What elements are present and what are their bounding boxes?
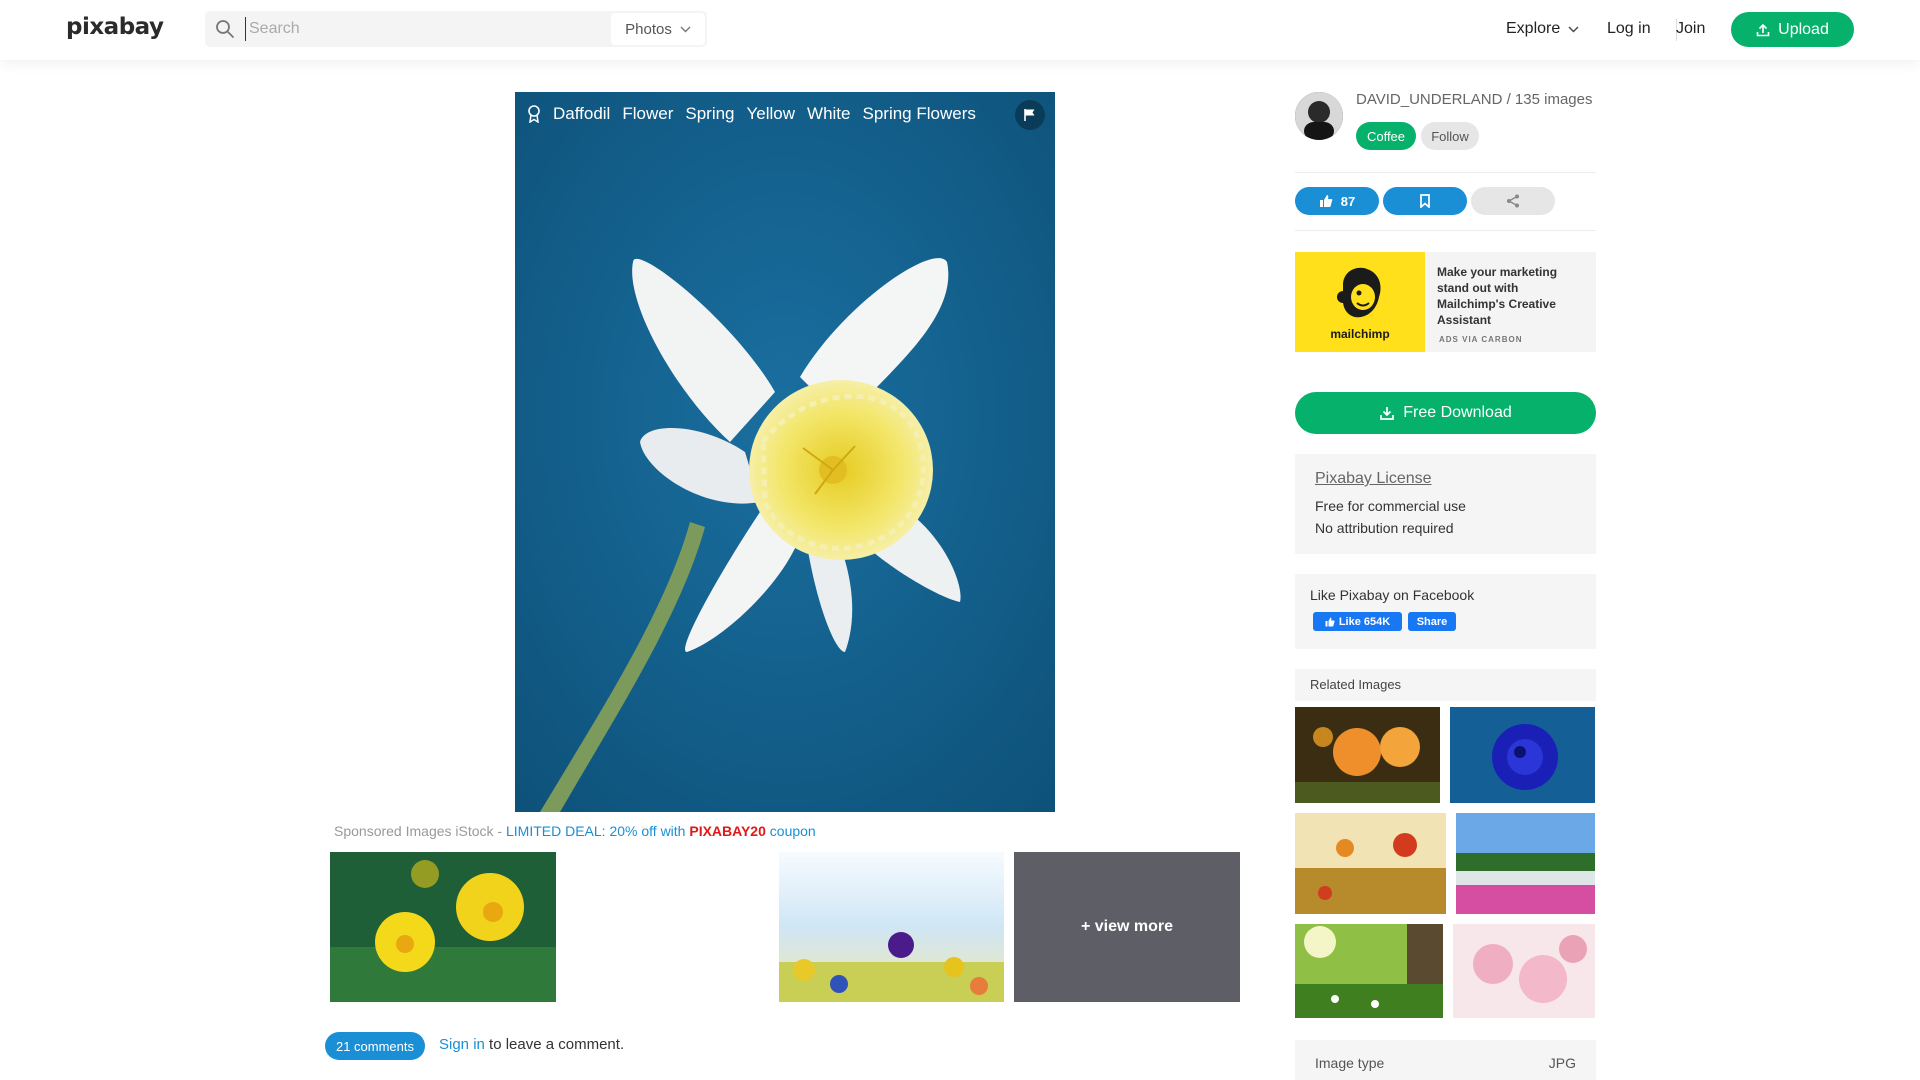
sponsored-line: Sponsored Images iStock - LIMITED DEAL: …: [334, 823, 816, 839]
coffee-button[interactable]: Coffee: [1356, 122, 1416, 150]
related-thumb-flower-field: [1456, 813, 1595, 914]
facebook-thumb-icon: [1325, 617, 1335, 626]
sponsored-thumb-2: [779, 852, 1004, 1002]
related-thumb-meadow-tree: [1295, 924, 1443, 1018]
report-button[interactable]: [1015, 100, 1045, 130]
tag-flower[interactable]: Flower: [622, 104, 673, 124]
search-input[interactable]: [245, 17, 605, 41]
user-avatar-image: [1295, 92, 1343, 140]
comment-prompt-text: to leave a comment.: [484, 1036, 625, 1053]
related-image[interactable]: [1453, 924, 1595, 1018]
join-label: Join: [1676, 20, 1706, 37]
download-label: Free Download: [1403, 404, 1512, 421]
top-navbar: pixabay Photos Explore Log in Join Uploa…: [0, 0, 1920, 60]
license-line-commercial: Free for commercial use: [1315, 498, 1466, 514]
related-image[interactable]: [1295, 707, 1440, 803]
related-image[interactable]: [1295, 924, 1443, 1018]
main-photo[interactable]: Daffodil Flower Spring Yellow White Spri…: [515, 92, 1055, 812]
upload-icon: [1756, 23, 1770, 36]
login-link[interactable]: Log in: [1607, 20, 1651, 38]
thumbs-up-icon: [1319, 195, 1333, 207]
related-image[interactable]: [1450, 707, 1595, 803]
upload-label: Upload: [1778, 20, 1829, 38]
facebook-share-button[interactable]: Share: [1408, 612, 1456, 631]
image-type-label: Image type: [1315, 1055, 1385, 1071]
carbon-ad[interactable]: mailchimp Make your marketing stand out …: [1295, 252, 1596, 352]
related-thumb-poppies-sunset: [1295, 813, 1446, 914]
image-meta: Image type JPG: [1295, 1040, 1596, 1080]
daffodil-photo: [515, 92, 1055, 812]
image-type-value: JPG: [1548, 1055, 1576, 1071]
related-images-heading: Related Images: [1295, 669, 1596, 701]
download-icon: [1380, 407, 1395, 420]
related-image[interactable]: [1295, 813, 1446, 914]
sponsored-label: Sponsored Images iStock -: [334, 823, 506, 839]
media-type-label: Photos: [625, 20, 672, 38]
related-image[interactable]: [1456, 813, 1595, 914]
upload-button[interactable]: Upload: [1731, 12, 1854, 47]
facebook-like-label: Like 654K: [1338, 615, 1391, 628]
facebook-box: Like Pixabay on Facebook Like 654K Share: [1295, 574, 1596, 649]
divider: [1295, 172, 1596, 173]
tag-daffodil[interactable]: Daffodil: [553, 104, 610, 124]
license-box: Pixabay License Free for commercial use …: [1295, 454, 1596, 554]
pixabay-logo[interactable]: pixabay: [66, 14, 164, 40]
like-button[interactable]: 87: [1295, 187, 1379, 215]
free-download-button[interactable]: Free Download: [1295, 392, 1596, 434]
ad-brand: mailchimp: [1330, 327, 1390, 341]
explore-menu[interactable]: Explore: [1506, 20, 1579, 38]
facebook-like-button[interactable]: Like 654K: [1313, 612, 1402, 631]
share-button[interactable]: [1471, 187, 1555, 215]
sponsored-thumb-1: [330, 852, 556, 1002]
tag-spring[interactable]: Spring: [685, 104, 734, 124]
explore-label: Explore: [1506, 20, 1561, 37]
sponsored-image-spring-field[interactable]: [779, 852, 1004, 1002]
coupon-link[interactable]: coupon: [766, 823, 816, 839]
bookmark-button[interactable]: [1383, 187, 1467, 215]
tag-spring-flowers[interactable]: Spring Flowers: [863, 104, 976, 124]
tag-list: Daffodil Flower Spring Yellow White Spri…: [527, 104, 976, 124]
related-thumb-cherry-blossom: [1453, 924, 1595, 1018]
search-icon[interactable]: [215, 19, 235, 39]
view-more-button[interactable]: + view more: [1014, 852, 1240, 1002]
mailchimp-freddie-icon: [1337, 267, 1381, 318]
avatar[interactable]: [1295, 92, 1343, 140]
signin-link[interactable]: Sign in: [439, 1036, 485, 1053]
chevron-down-icon: [1568, 26, 1579, 32]
flag-icon: [1024, 109, 1035, 121]
share-icon: [1507, 194, 1519, 208]
award-icon: [528, 105, 540, 123]
coupon-code[interactable]: PIXABAY20: [689, 823, 766, 839]
related-thumb-orange-flowers: [1295, 707, 1440, 803]
mailchimp-logo: mailchimp: [1295, 252, 1425, 352]
follow-button[interactable]: Follow: [1421, 122, 1479, 150]
search-bar: Photos: [205, 11, 707, 47]
join-link[interactable]: Join: [1676, 20, 1705, 38]
ad-text: Make your marketing stand out with Mailc…: [1437, 265, 1558, 327]
comments-count-button[interactable]: 21 comments: [325, 1032, 425, 1060]
author-name[interactable]: DAVID_UNDERLAND / 135 images: [1356, 91, 1592, 108]
like-count: 87: [1340, 193, 1356, 209]
license-line-attribution: No attribution required: [1315, 520, 1454, 536]
tag-yellow[interactable]: Yellow: [747, 104, 796, 124]
chevron-down-icon: [680, 26, 691, 32]
deal-link[interactable]: LIMITED DEAL: 20% off with: [506, 823, 689, 839]
divider: [1295, 230, 1596, 231]
related-thumb-blue-rose: [1450, 707, 1595, 803]
sponsored-image-daffodils[interactable]: [330, 852, 556, 1002]
tag-white[interactable]: White: [807, 104, 850, 124]
bookmark-icon: [1420, 194, 1430, 208]
ad-via[interactable]: ADS VIA CARBON: [1439, 335, 1522, 344]
media-type-select[interactable]: Photos: [611, 13, 705, 45]
license-link[interactable]: Pixabay License: [1315, 470, 1432, 488]
facebook-title: Like Pixabay on Facebook: [1310, 587, 1475, 603]
comment-prompt: Sign in to leave a comment.: [439, 1036, 624, 1053]
